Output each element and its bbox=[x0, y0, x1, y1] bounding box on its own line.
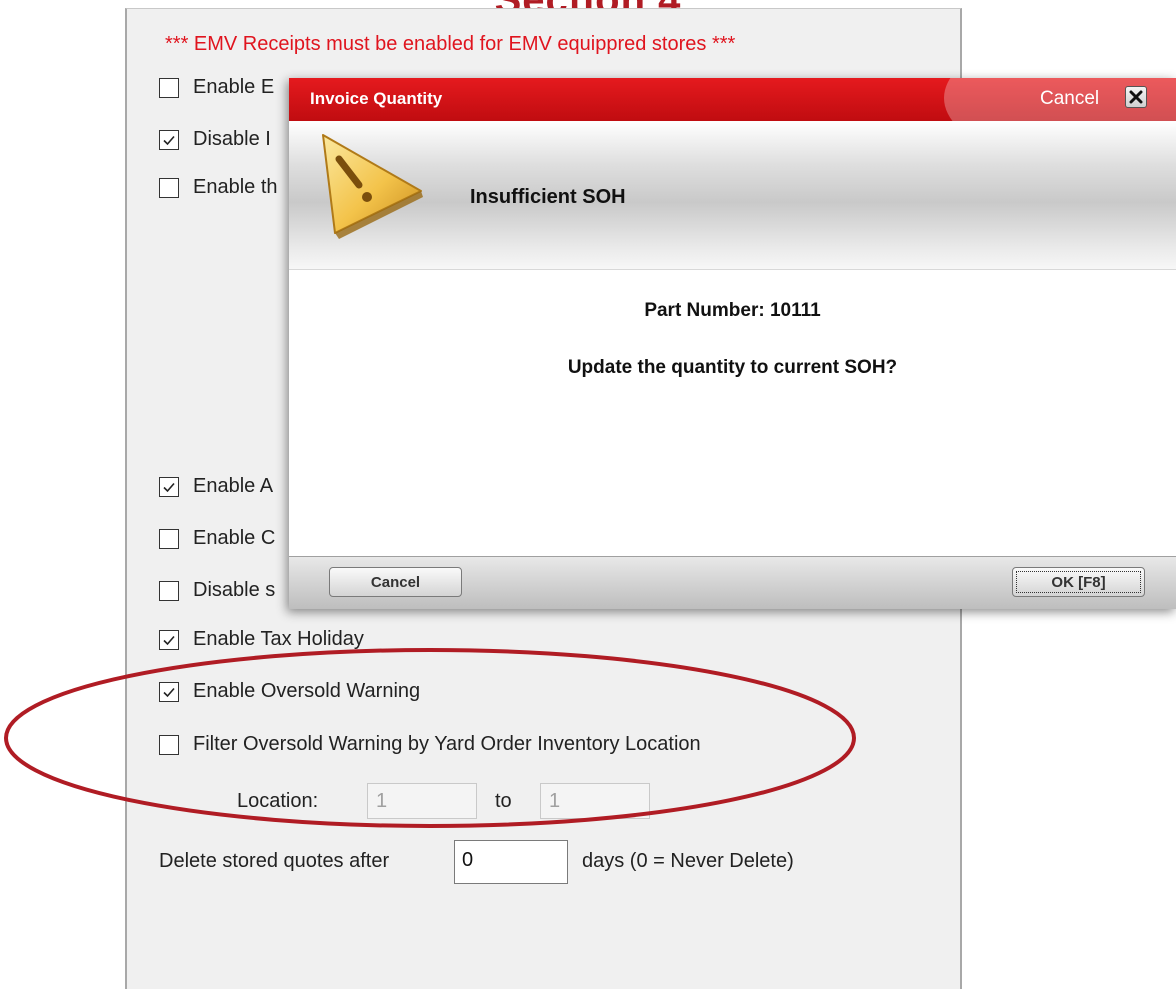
dialog-heading: Insufficient SOH bbox=[470, 186, 626, 208]
checkbox-label: Filter Oversold Warning by Yard Order In… bbox=[193, 733, 701, 755]
dialog-body: Part Number: 10111 Update the quantity t… bbox=[289, 270, 1176, 556]
checkbox[interactable] bbox=[159, 476, 179, 497]
checkbox-label: Disable I bbox=[193, 128, 271, 150]
setting-row-3[interactable]: Enable th bbox=[159, 176, 278, 199]
invoice-quantity-dialog: Invoice Quantity Cancel Insufficient SOH… bbox=[289, 78, 1176, 609]
checkbox[interactable] bbox=[159, 734, 179, 755]
checkbox-label: Enable Oversold Warning bbox=[193, 680, 421, 702]
setting-row-oversold-warning[interactable]: Enable Oversold Warning bbox=[159, 680, 420, 703]
checkbox[interactable] bbox=[159, 77, 179, 98]
warning-icon bbox=[322, 134, 423, 239]
location-to-input[interactable]: 1 bbox=[540, 783, 650, 819]
setting-row-tax-holiday[interactable]: Enable Tax Holiday bbox=[159, 628, 364, 651]
setting-row-1[interactable]: Enable E bbox=[159, 76, 274, 99]
location-label: Location: bbox=[237, 790, 319, 812]
titlebar-cancel-link[interactable]: Cancel bbox=[1040, 88, 1099, 110]
emv-notice: *** EMV Receipts must be enabled for EMV… bbox=[165, 33, 736, 55]
checkbox-label: Enable th bbox=[193, 176, 278, 198]
setting-row-2[interactable]: Disable I bbox=[159, 128, 271, 151]
location-to-label: to bbox=[495, 790, 512, 812]
ok-button[interactable]: OK [F8] bbox=[1012, 567, 1145, 597]
setting-row-6[interactable]: Disable s bbox=[159, 579, 275, 602]
part-number-text: Part Number: 10111 bbox=[644, 300, 821, 321]
close-icon[interactable] bbox=[1125, 86, 1147, 108]
location-from-input[interactable]: 1 bbox=[367, 783, 477, 819]
delete-quotes-label: Delete stored quotes after bbox=[159, 850, 390, 872]
checkbox-label: Enable A bbox=[193, 475, 274, 497]
checkbox-label: Disable s bbox=[193, 579, 276, 601]
checkmark-icon bbox=[163, 135, 175, 145]
checkmark-icon bbox=[163, 635, 175, 645]
dialog-titlebar: Invoice Quantity Cancel bbox=[289, 78, 1176, 121]
checkbox[interactable] bbox=[159, 177, 179, 198]
checkbox-label: Enable C bbox=[193, 527, 276, 549]
delete-quotes-days-input[interactable]: 0 bbox=[454, 840, 568, 884]
setting-row-4[interactable]: Enable A bbox=[159, 475, 273, 498]
cancel-button[interactable]: Cancel bbox=[329, 567, 462, 597]
checkmark-icon bbox=[163, 482, 175, 492]
setting-row-filter-oversold[interactable]: Filter Oversold Warning by Yard Order In… bbox=[159, 733, 701, 756]
dialog-footer: Cancel OK [F8] bbox=[289, 556, 1176, 609]
dialog-title: Invoice Quantity bbox=[310, 89, 443, 108]
checkbox[interactable] bbox=[159, 580, 179, 601]
checkbox[interactable] bbox=[159, 681, 179, 702]
checkbox-label: Enable Tax Holiday bbox=[193, 628, 364, 650]
delete-quotes-suffix: days (0 = Never Delete) bbox=[582, 850, 794, 872]
checkbox[interactable] bbox=[159, 129, 179, 150]
setting-row-5[interactable]: Enable C bbox=[159, 527, 275, 550]
checkbox[interactable] bbox=[159, 528, 179, 549]
checkbox[interactable] bbox=[159, 629, 179, 650]
dialog-header: Insufficient SOH bbox=[289, 121, 1176, 270]
checkbox-label: Enable E bbox=[193, 76, 275, 98]
update-quantity-question: Update the quantity to current SOH? bbox=[567, 357, 898, 378]
checkmark-icon bbox=[163, 687, 175, 697]
